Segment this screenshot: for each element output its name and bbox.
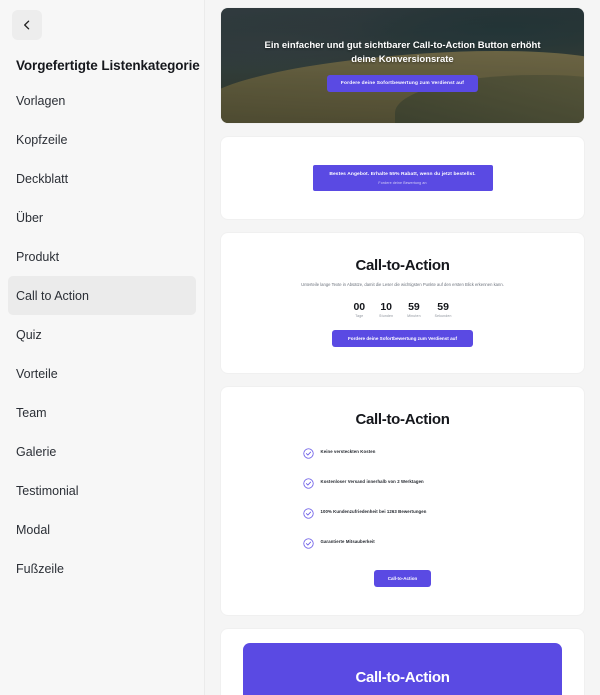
sidebar-item-team[interactable]: Team [8, 393, 196, 432]
sidebar-item-testimonial[interactable]: Testimonial [8, 471, 196, 510]
countdown-label: Tage [355, 314, 364, 319]
sidebar-item-kopfzeile[interactable]: Kopfzeile [8, 120, 196, 159]
purple-cta-block[interactable]: Call-to-Action [243, 643, 562, 695]
purple-heading: Call-to-Action [355, 669, 450, 687]
countdown-value: 59 [408, 301, 420, 314]
sidebar-item-modal[interactable]: Modal [8, 510, 196, 549]
checklist-heading: Call-to-Action [355, 411, 450, 429]
template-card-purple[interactable]: Call-to-Action [221, 629, 584, 695]
countdown-label: Sekunden [434, 314, 452, 319]
sidebar-item-label: Kopfzeile [16, 132, 68, 147]
countdown-timer: 00 Tage 10 Stunden 59 Minuten 59 Sekunde… [241, 301, 564, 318]
sidebar-item-quiz[interactable]: Quiz [8, 315, 196, 354]
sidebar-item-fusszeile[interactable]: Fußzeile [8, 549, 196, 588]
check-circle-icon [302, 476, 314, 489]
countdown-unit-seconds: 59 Sekunden [435, 301, 452, 318]
sidebar-item-label: Vorlagen [16, 93, 66, 108]
countdown-heading: Call-to-Action [355, 257, 450, 275]
sidebar-list: Vorlagen Kopfzeile Deckblatt Über Produk… [0, 81, 204, 588]
check-circle-icon [302, 446, 314, 459]
checklist-item: Kostenloser Versand innerhalb von 2 Werk… [302, 476, 503, 489]
sidebar-item-label: Quiz [16, 327, 42, 342]
template-card-banner[interactable]: Bestes Angebot. Erhalte 55% Rabatt, wenn… [221, 137, 584, 220]
banner-headline: Bestes Angebot. Erhalte 55% Rabatt, wenn… [329, 172, 476, 177]
countdown-value: 00 [353, 301, 366, 314]
banner-subtext: Fordere deine Bewertung an [378, 181, 427, 186]
sidebar-item-vorlagen[interactable]: Vorlagen [8, 81, 196, 120]
sidebar-item-label: Team [16, 405, 47, 420]
sidebar-item-deckblatt[interactable]: Deckblatt [8, 159, 196, 198]
banner-strip[interactable]: Bestes Angebot. Erhalte 55% Rabatt, wenn… [312, 165, 493, 192]
sidebar-item-produkt[interactable]: Produkt [8, 237, 196, 276]
sidebar-title: Vorgefertigte Listenkategorie [16, 58, 200, 73]
sidebar-item-vorteile[interactable]: Vorteile [8, 354, 196, 393]
sidebar-item-label: Vorteile [16, 366, 58, 381]
sidebar-item-label: Galerie [16, 444, 57, 459]
checklist-items: Keine versteckten Kosten Kostenloser Ver… [302, 446, 503, 549]
checklist-item: 100% Kundenzufriedenheit bei 1263 Bewert… [302, 506, 503, 519]
template-card-checklist[interactable]: Call-to-Action Keine versteckten Kosten [221, 387, 584, 616]
checklist-item-label: 100% Kundenzufriedenheit bei 1263 Bewert… [320, 509, 427, 515]
sidebar-item-label: Fußzeile [16, 561, 64, 576]
countdown-label: Minuten [407, 314, 421, 319]
checklist-item-label: Garantierte Mitsauberkeit [320, 539, 375, 545]
checklist-item: Garantierte Mitsauberkeit [302, 536, 503, 549]
check-circle-icon [302, 506, 314, 519]
sidebar-item-ueber[interactable]: Über [8, 198, 196, 237]
back-button-row [0, 0, 204, 40]
checklist-item-label: Keine versteckten Kosten [320, 449, 376, 455]
countdown-subtext: Unterteile lange Texte in Absätze, damit… [301, 282, 504, 288]
template-card-hero[interactable]: Ein einfacher und gut sichtbarer Call-to… [221, 8, 584, 123]
template-card-countdown[interactable]: Call-to-Action Unterteile lange Texte in… [221, 233, 584, 374]
countdown-unit-minutes: 59 Minuten [407, 301, 420, 318]
sidebar-item-label: Über [16, 210, 44, 225]
sidebar-item-label: Testimonial [16, 483, 79, 498]
checklist-cta-button[interactable]: Call-to-Action [373, 570, 432, 588]
checklist-item: Keine versteckten Kosten [302, 446, 503, 459]
countdown-unit-hours: 10 Stunden [379, 301, 393, 318]
countdown-label: Stunden [379, 314, 394, 319]
template-preview-list[interactable]: Ein einfacher und gut sichtbarer Call-to… [205, 0, 600, 695]
hero-cta-button[interactable]: Fordere deine Sofortbewertung zum Verdie… [326, 75, 479, 93]
sidebar-item-label: Produkt [16, 249, 60, 264]
countdown-value: 10 [380, 301, 392, 314]
sidebar-item-label: Call to Action [16, 288, 89, 303]
sidebar-item-galerie[interactable]: Galerie [8, 432, 196, 471]
app-root: Vorgefertigte Listenkategorie Vorlagen K… [0, 0, 600, 695]
chevron-left-icon [21, 19, 33, 31]
countdown-value: 59 [437, 301, 449, 314]
sidebar: Vorgefertigte Listenkategorie Vorlagen K… [0, 0, 205, 695]
countdown-unit-days: 00 Tage [353, 301, 365, 318]
countdown-cta-button[interactable]: Fordere deine Sofortbewertung zum Verdie… [332, 330, 473, 348]
sidebar-item-label: Modal [16, 522, 51, 537]
sidebar-item-label: Deckblatt [16, 171, 69, 186]
checklist-item-label: Kostenloser Versand innerhalb von 2 Werk… [320, 479, 424, 485]
back-button[interactable] [12, 10, 42, 40]
sidebar-item-call-to-action[interactable]: Call to Action [8, 276, 196, 315]
hero-title: Ein einfacher und gut sichtbarer Call-to… [264, 39, 541, 65]
check-circle-icon [302, 536, 314, 549]
